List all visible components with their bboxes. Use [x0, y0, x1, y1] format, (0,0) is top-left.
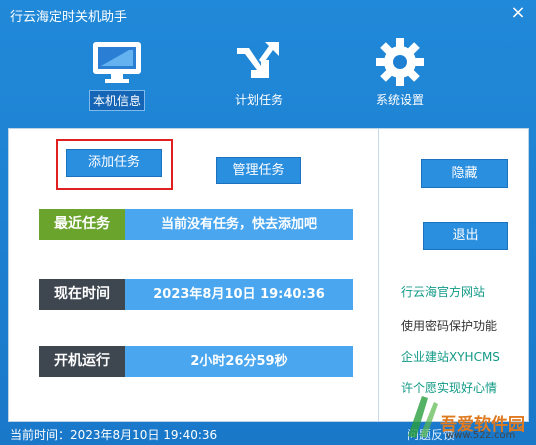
row-label: 最近任务 [39, 209, 125, 240]
window-title: 行云海定时关机助手 [10, 10, 128, 25]
row-value: 2小时26分59秒 [125, 346, 353, 377]
watermark-sub: www.52z.com [446, 430, 516, 441]
tool-local-info[interactable]: 本机信息 [72, 30, 162, 116]
exit-button[interactable]: 退出 [423, 222, 508, 250]
row-value: 当前没有任务，快去添加吧 [125, 209, 353, 240]
row-recent-task: 最近任务 当前没有任务，快去添加吧 [39, 209, 353, 240]
row-label: 开机运行 [39, 346, 125, 377]
tool-label-scheduled-tasks: 计划任务 [234, 93, 283, 107]
divider [378, 129, 379, 421]
tool-label-system-settings: 系统设置 [375, 93, 424, 107]
add-task-button[interactable]: 添加任务 [66, 149, 162, 177]
monitor-icon [93, 42, 141, 83]
watermark-icon [408, 396, 438, 438]
row-label: 现在时间 [39, 279, 125, 310]
row-current-time: 现在时间 2023年8月10日 19:40:36 [39, 279, 353, 310]
tool-system-settings[interactable]: 系统设置 [355, 30, 445, 116]
title-bar: 行云海定时关机助手 × [0, 0, 536, 28]
hide-button[interactable]: 隐藏 [421, 159, 508, 188]
row-value: 2023年8月10日 19:40:36 [125, 279, 353, 310]
link-official-site[interactable]: 行云海官方网站 [401, 283, 485, 300]
tool-label-local-info: 本机信息 [88, 90, 145, 111]
app-window: 行云海定时关机助手 × 本机信息 计划任务 系统设置 添加任务 管理任务 最近任… [0, 0, 536, 445]
tool-scheduled-tasks[interactable]: 计划任务 [214, 30, 304, 116]
status-text: 当前时间：2023年8月10日 19:40:36 [10, 428, 218, 442]
manage-task-button[interactable]: 管理任务 [216, 157, 301, 184]
link-password-protect[interactable]: 使用密码保护功能 [401, 317, 497, 334]
toolbar: 本机信息 计划任务 系统设置 [0, 30, 536, 116]
close-button[interactable]: × [506, 2, 530, 26]
watermark-logo: 吾爱软件园 www.52z.com [402, 388, 532, 444]
main-panel: 添加任务 管理任务 最近任务 当前没有任务，快去添加吧 现在时间 2023年8月… [8, 128, 529, 422]
gear-icon [376, 38, 424, 86]
row-uptime: 开机运行 2小时26分59秒 [39, 346, 353, 377]
arrows-icon [237, 42, 279, 78]
link-xyhcms[interactable]: 企业建站XYHCMS [401, 348, 500, 365]
